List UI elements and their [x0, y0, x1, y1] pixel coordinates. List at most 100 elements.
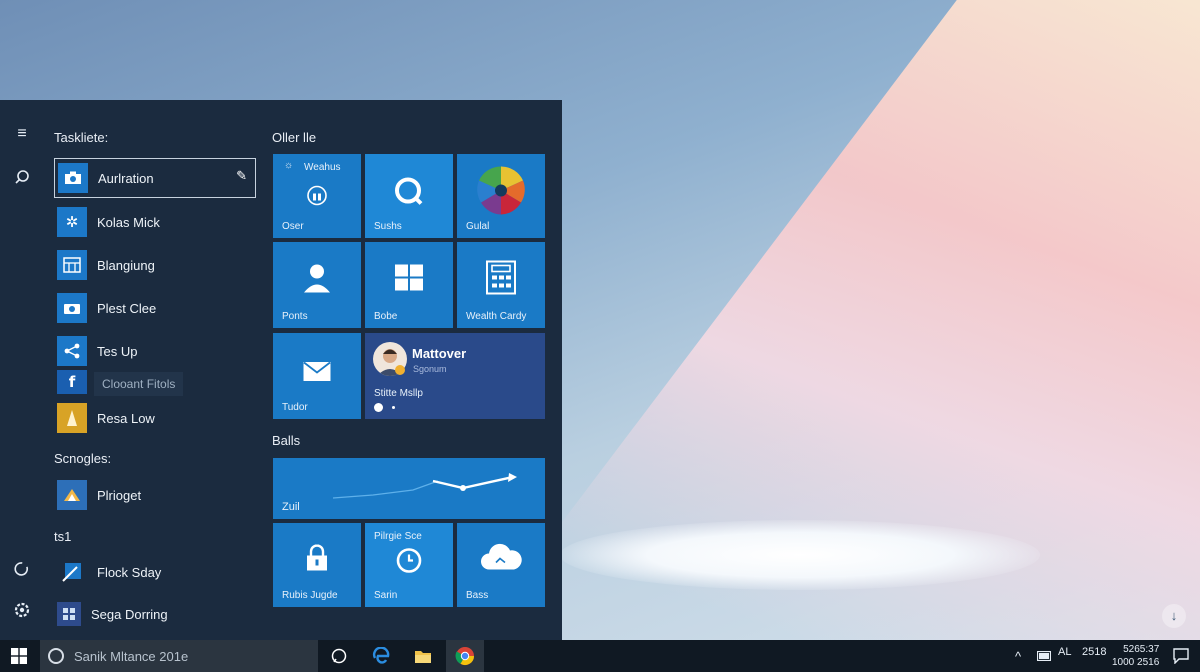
group-label-t: ts1 — [54, 529, 72, 544]
tile-label: Sarin — [374, 590, 398, 601]
taskbar: Sanik Mltance 201e ^ AL 2518 5265:37 100… — [0, 640, 1200, 672]
app-label: Flock Sday — [97, 564, 162, 580]
chevron-up-icon[interactable]: ^ — [1008, 640, 1028, 672]
tile-label: Bass — [466, 590, 489, 601]
tile-label: Oser — [282, 221, 304, 232]
tile-label: Ponts — [282, 311, 308, 322]
photo-icon — [57, 557, 87, 587]
calculator-tile[interactable]: Wealth Cardy — [457, 242, 545, 328]
app-label: Tes Up — [97, 343, 138, 359]
tile-label: Tudor — [282, 402, 308, 413]
taskbar-search-box[interactable]: Sanik Mltance 201e — [40, 640, 318, 672]
chrome-icon[interactable] — [446, 640, 484, 672]
pencil-icon[interactable]: ✎ — [236, 168, 247, 184]
camera-app-icon — [58, 163, 88, 193]
start-menu: ≡ Taskliete: Aurlration ✎ ✲ Kolas Mick B… — [0, 100, 562, 640]
weather-tile[interactable]: ☼ Weahus Oser — [273, 154, 361, 238]
tile-label: Rubis Jugde — [282, 590, 338, 601]
app-item[interactable]: Aurlration ✎ — [54, 158, 256, 198]
cortana-circle-icon — [48, 648, 64, 664]
group-label-recent: Taskliete: — [54, 130, 109, 145]
app-label: Blangiung — [97, 257, 155, 273]
people-live-tile[interactable]: Mattover Sgonum Stitte Msllp — [365, 333, 545, 419]
edge-browser-icon[interactable] — [364, 640, 398, 672]
lock-tile[interactable]: Rubis Jugde — [273, 523, 361, 607]
app-item[interactable]: Tes Up — [54, 332, 256, 370]
power-icon[interactable] — [12, 560, 32, 580]
start-button[interactable] — [0, 640, 38, 672]
chart-tile[interactable]: Zuil — [273, 458, 545, 519]
color-wheel-icon — [475, 164, 527, 221]
mail-tile[interactable]: Tudor — [273, 333, 361, 419]
cloud-icon — [479, 543, 523, 576]
network-icon[interactable] — [1034, 640, 1054, 672]
store-tile[interactable]: Bobe — [365, 242, 453, 328]
color-wheel-tile[interactable]: Gulal — [457, 154, 545, 238]
indicator-dot — [374, 403, 383, 412]
app-item[interactable]: Sega Dorring — [54, 595, 256, 633]
calculator-icon — [57, 250, 87, 280]
cloud-tile[interactable]: Bass — [457, 523, 545, 607]
notification-icon[interactable] — [1168, 640, 1194, 672]
app-item[interactable]: Flock Sday — [54, 553, 256, 591]
windows-start-icon — [11, 648, 27, 664]
headphones-icon — [306, 184, 328, 211]
share-icon — [57, 336, 87, 366]
search-tile[interactable]: Sushs — [365, 154, 453, 238]
status-badge — [395, 365, 405, 375]
tile-title: Pilrgie Sce — [374, 531, 422, 542]
app-item[interactable]: Plest Clee — [54, 289, 256, 327]
app-label: Sega Dorring — [91, 606, 168, 622]
indicator-dot — [392, 406, 395, 409]
file-explorer-icon[interactable] — [406, 640, 440, 672]
tile-label: Gulal — [466, 221, 490, 232]
camera-icon — [57, 293, 87, 323]
app-label: Kolas Mick — [97, 214, 160, 230]
start-rail: ≡ — [0, 100, 44, 640]
tile-title: Weahus — [304, 162, 341, 173]
search-icon[interactable] — [12, 168, 32, 188]
tile-label: Bobe — [374, 311, 398, 322]
gear-tile-icon: ✲ — [57, 207, 87, 237]
tile-label: Zuil — [282, 501, 300, 513]
taskbar-clock[interactable]: 5265:37 1000 2516 — [1112, 643, 1159, 669]
clock-time: 5265:37 — [1123, 644, 1160, 655]
mail-icon — [303, 362, 331, 387]
search-q-icon — [393, 176, 425, 213]
tooltip: Clooant Fitols — [94, 372, 184, 396]
people-tile[interactable]: Ponts — [273, 242, 361, 328]
facebook-icon: f — [57, 370, 87, 394]
settings-gear-icon[interactable] — [12, 602, 32, 622]
app-label: Resa Low — [97, 410, 155, 426]
app-label: Plest Clee — [97, 300, 157, 316]
task-view-icon[interactable] — [322, 640, 356, 672]
tile-group-label: Balls — [272, 433, 301, 448]
clock-tile[interactable]: Pilrgie Sce Sarin — [365, 523, 453, 607]
tile-label: Sushs — [374, 221, 402, 232]
calculator-grid-icon — [486, 260, 516, 299]
clock-date: 1000 2516 — [1112, 657, 1160, 668]
person-icon — [302, 262, 332, 297]
tile-line: Stitte Msllp — [374, 388, 423, 399]
document-icon — [57, 403, 87, 433]
clock-icon — [396, 548, 422, 579]
tray-number: 2518 — [1082, 646, 1107, 658]
tile-title: Mattover — [412, 346, 467, 361]
lock-icon — [306, 544, 328, 575]
tile-label: Wealth Cardy — [466, 311, 527, 322]
wallpaper-glow — [560, 520, 1040, 590]
group-label-s: Scnogles: — [54, 451, 112, 466]
windows-logo-icon — [395, 264, 423, 295]
app-item[interactable]: Plrioget — [54, 476, 256, 514]
tile-group-label: Oller lle — [272, 130, 317, 145]
app-item[interactable]: ✲ Kolas Mick — [54, 203, 256, 241]
search-placeholder: Sanik Mltance 201e — [74, 648, 189, 664]
app-item[interactable]: Blangiung — [54, 246, 256, 284]
tray-language[interactable]: AL — [1058, 646, 1071, 658]
grid-app-icon — [57, 602, 81, 626]
tile-subtitle: Sgonum — [413, 364, 447, 374]
app-item[interactable]: Resa Low — [54, 399, 256, 437]
scroll-down-icon[interactable]: ↓ — [1162, 604, 1186, 628]
hamburger-menu-icon[interactable]: ≡ — [12, 124, 32, 144]
app-label: Aurlration — [98, 170, 154, 186]
